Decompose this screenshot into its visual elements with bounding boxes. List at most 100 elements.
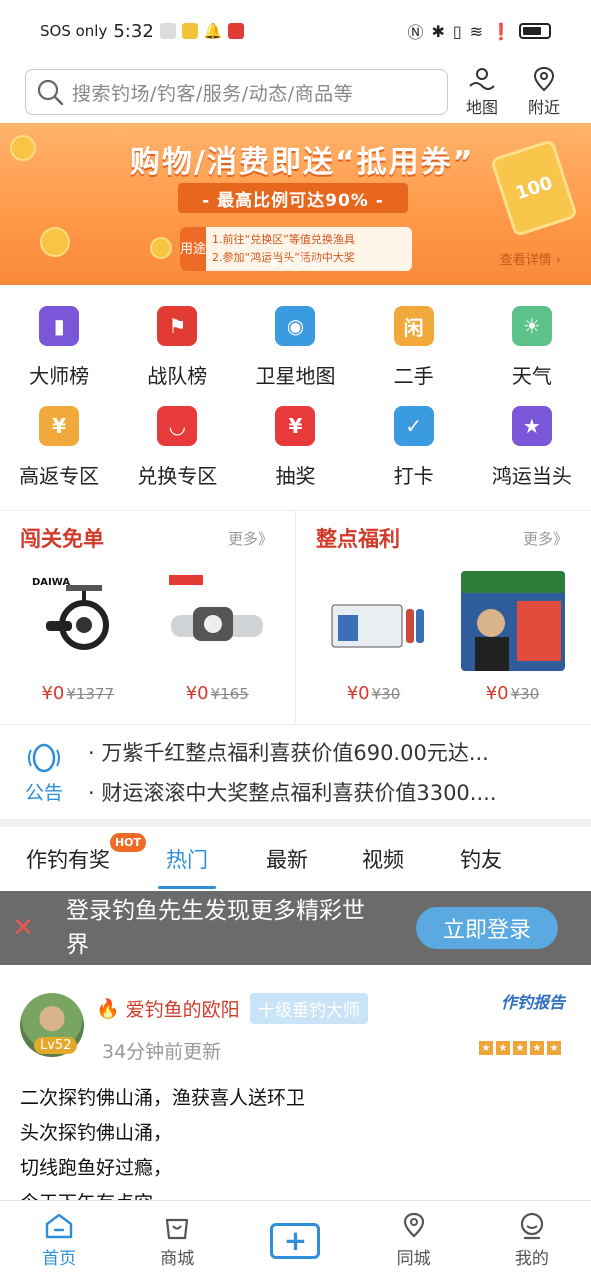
product-card[interactable]: ¥0 ¥30 [453,571,573,704]
feed-tabs: 作钓有奖 HOT 热门 最新 视频 钓友 [0,827,591,891]
hourly-benefit-block: 整点福利 更多》 ¥0 ¥30 ¥0 ¥30 [295,511,590,724]
nav-label: 同城 [396,1249,431,1269]
nav-profile[interactable]: 我的 [473,1201,591,1280]
coin-decoration [10,135,36,161]
weather-icon: ☀ [511,306,552,346]
banner-details-link[interactable]: 查看详情 › [500,249,561,268]
nav-mall[interactable]: 商城 [118,1201,236,1280]
shopping-bag-icon: ◡ [157,406,198,446]
tab-hot[interactable]: 热门 [158,827,216,891]
feature-item[interactable]: ¥ 抽奖 [236,396,354,496]
announcement-label: 公告 [24,781,63,804]
star-icon: ★ [547,1041,561,1055]
post-time: 34分钟前更新 [102,1041,222,1063]
wifi-icon: ≋ [469,21,484,41]
promo-section: 闯关免单 更多》 DAIWA ¥0 ¥1377 ¥0 ¥165 整点福利 更多》… [0,510,591,725]
hourly-benefit-title: 整点福利 [316,527,400,551]
product-card[interactable]: ¥0 ¥30 [314,571,434,704]
feature-grid: ▮ 大师榜 ⚑ 战队榜 ◉ 卫星地图闲二手 ☀ 天气 ¥ 高返专区 ◡ 兑换专区 ¥ 抽奖 ✓ 打卡 ★ 鸿运当… [0,296,591,496]
product-price: ¥0 [346,683,370,704]
feature-item[interactable]: ◉ 卫星地图 [236,296,354,396]
headlamp-image [165,571,270,671]
add-icon: + [270,1222,321,1259]
tab-label: 钓友 [460,848,502,872]
flag-icon: ⚑ [157,306,198,346]
hourly-benefit-more-link[interactable]: 更多》 [523,528,568,549]
feature-item[interactable]: ⚑ 战队榜 [118,296,236,396]
secondhand-icon: 闲 [393,306,434,346]
location-pin-icon [403,1212,424,1238]
post-username[interactable]: 爱钓鱼的欧阳 [126,995,240,1022]
post-text-line: 切线跑鱼好过瘾， [20,1157,173,1179]
free-order-more-link[interactable]: 更多》 [228,528,273,549]
nav-label: 商城 [160,1249,195,1269]
pencil-pack-image [321,571,426,671]
feature-label: 天气 [511,364,552,388]
announcement-bar[interactable]: 公告 · 万紫千红整点福利喜获价值690.00元达... · 财运滚滚中大奖整点… [0,727,591,819]
profile-icon [520,1212,543,1240]
hot-badge: HOT [109,833,146,852]
feature-item[interactable]: ✓ 打卡 [355,396,473,496]
banner-subtitle: - 最高比例可达90% - [178,183,408,213]
feature-item[interactable]: ★ 鸿运当头 [473,396,591,496]
promo-banner[interactable]: 购物/消费即送“抵用券” - 最高比例可达90% - 用途 1.前往“兑换区”等… [0,123,591,285]
close-icon[interactable]: ✕ [0,913,46,943]
product-original-price: ¥165 [210,685,249,703]
login-button[interactable]: 立即登录 [416,907,558,949]
tab-latest[interactable]: 最新 [266,827,308,891]
tab-label: 作钓有奖 [26,848,110,872]
nearby-label: 附近 [527,98,560,117]
vibrate-icon: ▯ [452,21,462,41]
fishing-reel-image: DAIWA [25,571,130,671]
feed-post[interactable]: Lv52 🔥 爱钓鱼的欧阳 十级垂钓大师 34分钟前更新 作钓报告 ★ ★ ★ … [0,965,591,1200]
svg-text:DAIWA: DAIWA [32,577,70,588]
notification-icon [159,23,176,39]
tab-fishing-reward[interactable]: 作钓有奖 HOT [26,827,146,891]
coin-decoration [40,227,70,257]
search-input[interactable]: 搜索钓场/钓客/服务/动态/商品等 [25,69,448,115]
carousel-dot [312,259,320,267]
tab-anglers[interactable]: 钓友 [460,827,502,891]
feature-item[interactable]: ◡ 兑换专区 [118,396,236,496]
banner-title: 购物/消费即送“抵用券” [130,145,475,180]
app-notification-icon [181,23,198,39]
product-original-price: ¥1377 [66,685,115,703]
nav-label: 首页 [42,1249,77,1269]
bottom-navigation: 首页 商城 + 同城 我的 [0,1200,591,1280]
map-label: 地图 [465,98,498,117]
fishing-report-icon: 作钓报告 [500,993,565,1012]
usage-line: 1.前往“兑换区”等值兑换渔具 [212,233,355,246]
feature-item[interactable]: ☀ 天气 [473,296,591,396]
ranking-icon: ▮ [39,306,80,346]
coupon-icon: ¥ [39,406,80,446]
nearby-button[interactable]: 附近 [516,66,572,118]
section-divider [0,819,591,827]
feature-grid-row: ¥ 高返专区 ◡ 兑换专区 ¥ 抽奖 ✓ 打卡 ★ 鸿运当头 [0,396,591,496]
carousel-dots [270,259,320,267]
fishing-map-icon [469,68,495,90]
nav-label: 我的 [514,1249,549,1269]
map-button[interactable]: 地图 [454,66,510,118]
carousel-dot [284,259,292,267]
voucher-ticket-icon: 100 [489,138,579,238]
star-icon: ★ [496,1041,510,1055]
post-body: 二次探钓佛山涌，渔获喜人送环卫 头次探钓佛山涌， 切线跑鱼好过瘾， 今天下午有点… [20,1081,305,1200]
nav-home[interactable]: 首页 [0,1201,118,1280]
rating-stars: ★ ★ ★ ★ ★ [479,1041,561,1055]
map-pin-icon: ◉ [275,306,316,346]
product-card[interactable]: ¥0 ¥165 [157,571,277,704]
product-price: ¥0 [185,683,209,704]
feature-item[interactable]: ¥ 高返专区 [0,396,118,496]
location-pin-icon [533,66,555,92]
feature-item[interactable]: ▮ 大师榜 [0,296,118,396]
level-badge: Lv52 [34,1037,78,1054]
tab-video[interactable]: 视频 [362,827,404,891]
feature-item[interactable]: 闲二手 [355,296,473,396]
gift-icon: ¥ [275,406,316,446]
nav-publish[interactable]: + [236,1201,354,1280]
nav-local[interactable]: 同城 [355,1201,473,1280]
home-icon [45,1213,73,1239]
torch-icon: 🔥 [96,998,120,1020]
product-original-price: ¥30 [371,685,401,703]
product-card[interactable]: DAIWA ¥0 ¥1377 [18,571,138,704]
